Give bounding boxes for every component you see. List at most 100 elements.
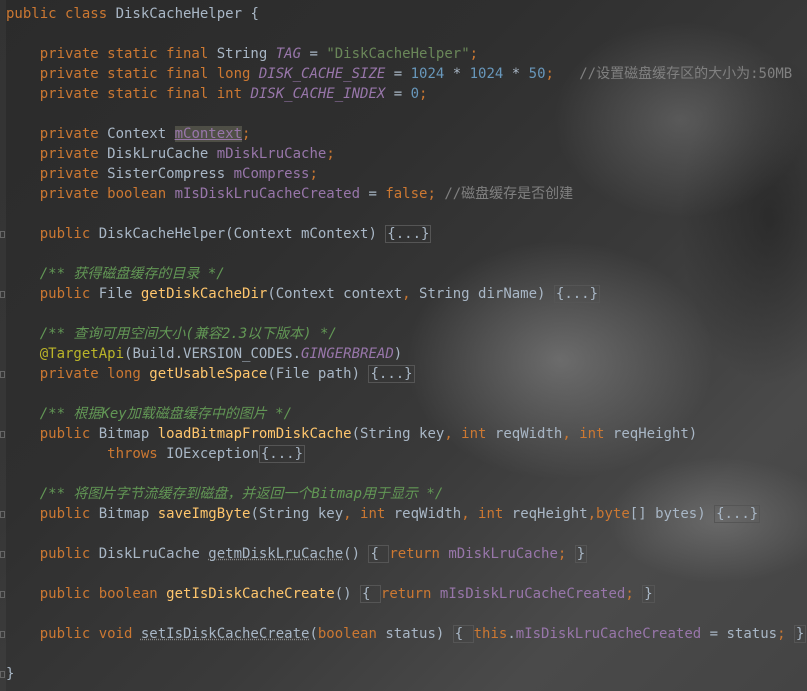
code-token: public class	[6, 6, 116, 22]
code-token: ;	[777, 626, 794, 642]
code-line[interactable]: public DiskCacheHelper(Context mContext)…	[6, 224, 807, 244]
code-token: saveImgByte	[157, 506, 251, 522]
code-token: ;	[309, 166, 318, 182]
fold-marker-icon[interactable]	[0, 551, 5, 558]
code-line[interactable]: /** 根据Key加载磁盘缓存中的图片 */	[6, 404, 807, 424]
code-token: File	[98, 286, 141, 302]
folded-code-toggle[interactable]: {...}	[385, 225, 432, 243]
code-token: getUsableSpace	[149, 366, 268, 382]
code-token: *	[503, 66, 529, 82]
code-token: 0	[410, 86, 420, 102]
code-line[interactable]	[6, 104, 807, 124]
code-token: "DiskCacheHelper"	[326, 46, 470, 62]
code-line[interactable]: private DiskLruCache mDiskLruCache;	[6, 144, 807, 164]
code-token: GINGERBREAD	[301, 346, 394, 362]
code-token: /** 获得磁盘缓存的目录 */	[6, 266, 225, 282]
code-token: private	[6, 166, 108, 182]
code-line[interactable]: /** 查询可用空间大小(兼容2.3以下版本) */	[6, 324, 807, 344]
code-line[interactable]: public boolean getIsDiskCacheCreate() { …	[6, 584, 807, 604]
code-line[interactable]	[6, 464, 807, 484]
folded-code-toggle[interactable]: {...}	[714, 505, 761, 523]
code-line[interactable]	[6, 564, 807, 584]
code-token: DiskCacheHelper {	[115, 6, 259, 22]
folded-code-toggle[interactable]: }	[642, 585, 655, 603]
code-token: DISK_CACHE_SIZE	[258, 66, 386, 82]
code-line[interactable]: @TargetApi(Build.VERSION_CODES.GINGERBRE…	[6, 344, 807, 364]
fold-marker-icon[interactable]	[0, 591, 5, 598]
code-line[interactable]: private long getUsableSpace(File path) {…	[6, 364, 807, 384]
code-line[interactable]: private Context mContext;	[6, 124, 807, 144]
folded-code-toggle[interactable]: {	[360, 585, 381, 603]
code-token: (Context context	[267, 286, 403, 302]
folded-code-toggle[interactable]: {	[368, 545, 390, 563]
code-line[interactable]: public Bitmap loadBitmapFromDiskCache(St…	[6, 424, 807, 444]
code-line[interactable]: private static final int DISK_CACHE_INDE…	[6, 84, 807, 104]
code-line[interactable]: public File getDiskCacheDir(Context cont…	[6, 284, 807, 304]
fold-marker-icon[interactable]	[0, 371, 5, 378]
code-editor[interactable]: public class DiskCacheHelper { private s…	[0, 0, 807, 691]
code-token: 1024	[469, 66, 504, 82]
code-token: /** 查询可用空间大小(兼容2.3以下版本) */	[6, 326, 337, 342]
code-token: DiskLruCache	[98, 546, 209, 562]
code-line[interactable]: public Bitmap saveImgByte(String key, in…	[6, 504, 807, 524]
code-line[interactable]	[6, 244, 807, 264]
code-line[interactable]: /** 获得磁盘缓存的目录 */	[6, 264, 807, 284]
code-line[interactable]	[6, 384, 807, 404]
code-token: , int	[343, 506, 394, 522]
code-token: }	[6, 666, 15, 682]
code-token: getIsDiskCacheCreate	[166, 586, 335, 602]
code-line[interactable]: private boolean mIsDiskLruCacheCreated =…	[6, 184, 807, 204]
code-line[interactable]: public DiskLruCache getmDiskLruCache() {…	[6, 544, 807, 564]
folded-code-toggle[interactable]: {...}	[368, 365, 415, 383]
code-line[interactable]: throws IOException {...}	[6, 444, 807, 464]
folded-code-toggle[interactable]: }	[574, 545, 588, 563]
code-token: /** 将图片字节流缓存到磁盘，并返回一个Bitmap用于显示 */	[6, 486, 444, 502]
code-token: ;	[326, 146, 335, 162]
code-line[interactable]	[6, 304, 807, 324]
code-token: = status	[701, 626, 778, 642]
fold-marker-icon[interactable]	[0, 231, 5, 238]
folded-code-toggle[interactable]: }	[793, 625, 807, 643]
fold-marker-icon[interactable]	[0, 431, 5, 438]
code-token: public	[6, 226, 99, 242]
code-token: private boolean	[6, 186, 175, 202]
code-token: reqHeight	[511, 506, 588, 522]
code-line[interactable]: /** 将图片字节流缓存到磁盘，并返回一个Bitmap用于显示 */	[6, 484, 807, 504]
code-token: reqHeight)	[612, 426, 698, 442]
folded-code-toggle[interactable]: {...}	[258, 445, 306, 463]
code-line[interactable]	[6, 604, 807, 624]
code-line[interactable]: private static final String TAG = "DiskC…	[6, 44, 807, 64]
code-token: (String key	[351, 426, 445, 442]
code-token: TAG	[275, 46, 302, 62]
code-token: ()	[343, 546, 369, 562]
code-token: getmDiskLruCache	[208, 546, 344, 562]
code-line[interactable]: }	[6, 664, 807, 684]
code-token: String dirName)	[419, 286, 554, 302]
code-line[interactable]	[6, 24, 807, 44]
fold-marker-icon[interactable]	[0, 631, 5, 638]
fold-marker-icon[interactable]	[0, 291, 5, 298]
code-token: //磁盘缓存是否创建	[444, 186, 574, 202]
code-token: Context	[107, 126, 175, 142]
code-line[interactable]	[6, 524, 807, 544]
code-area[interactable]: public class DiskCacheHelper { private s…	[6, 4, 807, 684]
code-token: ;	[242, 126, 251, 142]
code-line[interactable]: private SisterCompress mCompress;	[6, 164, 807, 184]
folded-code-toggle[interactable]: {...}	[553, 285, 601, 303]
code-token: , int	[444, 426, 495, 442]
code-token: return	[389, 546, 449, 562]
code-token: =	[385, 66, 411, 82]
code-line[interactable]: public class DiskCacheHelper {	[6, 4, 807, 24]
code-token: public void	[6, 626, 141, 642]
code-token: DISK_CACHE_INDEX	[250, 86, 386, 102]
code-line[interactable]: public void setIsDiskCacheCreate(boolean…	[6, 624, 807, 644]
code-token: .	[507, 626, 516, 642]
code-token: private	[6, 126, 108, 142]
code-token: ()	[334, 586, 361, 602]
code-line[interactable]	[6, 644, 807, 664]
folded-code-toggle[interactable]: {	[452, 625, 474, 643]
code-line[interactable]: private static final long DISK_CACHE_SIZ…	[6, 64, 807, 84]
fold-marker-icon[interactable]	[0, 511, 5, 518]
code-line[interactable]	[6, 204, 807, 224]
fold-marker-icon[interactable]	[0, 671, 5, 678]
